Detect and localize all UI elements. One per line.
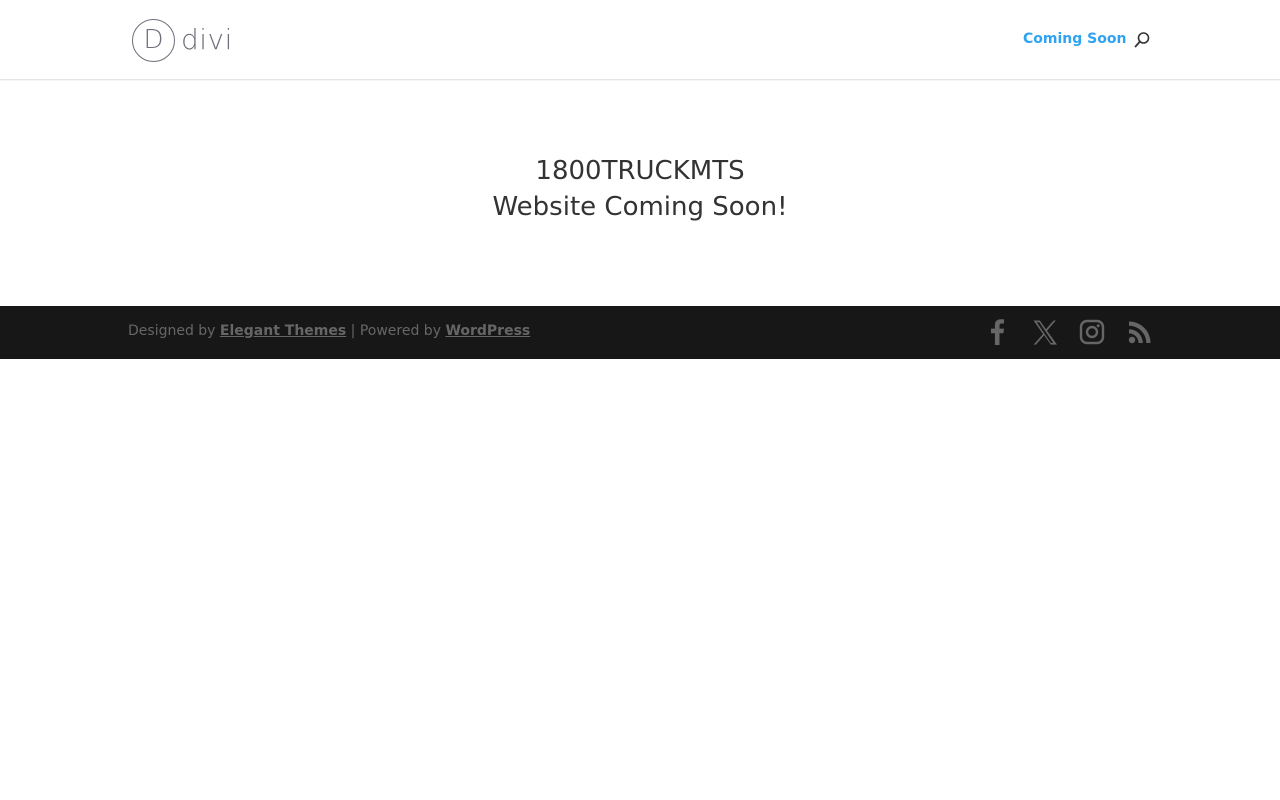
wordpress-link[interactable]: WordPress (445, 323, 530, 339)
instagram-icon[interactable] (1078, 318, 1106, 346)
site-footer: Designed by Elegant Themes | Powered by … (0, 306, 1280, 359)
footer-credits: Designed by Elegant Themes | Powered by … (128, 323, 530, 339)
headline-line-1: 1800TRUCKMTS (535, 156, 745, 186)
x-icon[interactable] (1031, 318, 1059, 346)
site-header: D divi Coming Soon (0, 0, 1280, 80)
page-headline: 1800TRUCKMTS Website Coming Soon! (340, 153, 940, 225)
headline-line-2: Website Coming Soon! (492, 192, 788, 222)
rss-icon[interactable] (1126, 318, 1154, 346)
site-logo[interactable]: D divi (132, 18, 233, 62)
powered-by-text: | Powered by (346, 323, 446, 339)
elegant-themes-link[interactable]: Elegant Themes (220, 323, 346, 339)
main-content: 1800TRUCKMTS Website Coming Soon! (0, 81, 1280, 306)
facebook-icon[interactable] (983, 318, 1011, 346)
logo-text: divi (181, 23, 233, 56)
designed-by-text: Designed by (128, 323, 220, 339)
logo-mark: D (132, 18, 175, 62)
search-icon[interactable] (1132, 30, 1152, 50)
nav-item-coming-soon[interactable]: Coming Soon (1023, 31, 1126, 47)
